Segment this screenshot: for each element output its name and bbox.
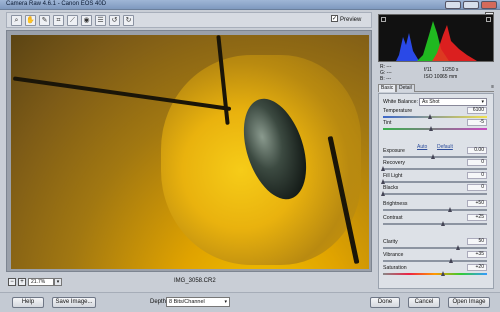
slider-blacks: Blacks 0 xyxy=(381,184,489,197)
fill-light-label: Fill Light xyxy=(383,173,403,179)
exposure-value[interactable]: 0.00 xyxy=(467,147,487,154)
file-name: IMG_3058.CR2 xyxy=(174,278,216,284)
redeye-icon[interactable]: ◉ xyxy=(81,15,92,26)
slider-tint: Tint -5 xyxy=(383,119,489,132)
clarity-label: Clarity xyxy=(383,239,398,245)
brightness-label: Brightness xyxy=(383,201,408,207)
chevron-down-icon: ▾ xyxy=(224,299,227,305)
preferences-icon[interactable]: ☰ xyxy=(95,15,106,26)
brightness-value[interactable]: +50 xyxy=(467,200,487,207)
preview-checkbox[interactable]: ✓ xyxy=(331,14,338,22)
hand-icon[interactable]: ✋ xyxy=(25,15,36,26)
histogram-red xyxy=(432,25,477,61)
brightness-track[interactable] xyxy=(383,209,487,211)
fill-light-value[interactable]: 0 xyxy=(467,172,487,179)
preview-label: Preview xyxy=(340,17,362,23)
blacks-label: Blacks xyxy=(383,185,399,191)
slider-vibrance: Vibrance +35 xyxy=(383,251,489,264)
highlight-clipping-icon[interactable] xyxy=(486,17,491,22)
clarity-track[interactable] xyxy=(383,247,487,249)
slider-saturation: Saturation +20 xyxy=(383,264,489,277)
zoom-level[interactable]: 21.7% xyxy=(28,278,54,286)
saturation-value[interactable]: +20 xyxy=(467,264,487,271)
saturation-track[interactable] xyxy=(383,273,487,275)
close-button[interactable] xyxy=(481,1,497,9)
temperature-value[interactable]: 6100 xyxy=(467,107,487,114)
tab-detail[interactable]: Detail xyxy=(396,84,415,92)
save-image-button[interactable]: Save Image... xyxy=(52,297,96,308)
zoom-icon[interactable]: ⌕ xyxy=(11,15,22,26)
default-link[interactable]: Default xyxy=(437,144,453,150)
info-readout: R: --- G: --- B: --- f/11 1/250 s ISO 10… xyxy=(378,64,494,82)
slider-contrast: Contrast +25 xyxy=(383,214,489,227)
vibrance-value[interactable]: +35 xyxy=(467,251,487,258)
help-button[interactable]: Help xyxy=(12,297,44,308)
contrast-label: Contrast xyxy=(383,215,403,221)
saturation-label: Saturation xyxy=(383,265,407,271)
temperature-track[interactable] xyxy=(383,116,487,118)
histogram xyxy=(378,14,494,62)
image-canvas[interactable] xyxy=(6,30,372,272)
temperature-label: Temperature xyxy=(383,108,413,114)
zoom-out-button[interactable]: − xyxy=(8,278,16,286)
tint-track[interactable] xyxy=(383,128,487,130)
open-image-button[interactable]: Open Image xyxy=(448,297,490,308)
contrast-value[interactable]: +25 xyxy=(467,214,487,221)
crop-icon[interactable]: ⌗ xyxy=(53,15,64,26)
tint-label: Tint xyxy=(383,120,392,126)
maximize-button[interactable] xyxy=(463,1,479,9)
tool-bar: ⌕ ✋ ✎ ⌗ ⟋ ◉ ☰ ↺ ↻ ✓ Preview xyxy=(6,12,372,28)
preview-toggle[interactable]: ✓ Preview xyxy=(331,14,362,26)
shadow-clipping-icon[interactable] xyxy=(381,17,386,22)
basic-panel: White Balance: As Shot ▾ Temperature 6100 T… xyxy=(378,93,494,289)
exposure-track[interactable] xyxy=(383,156,487,158)
slider-brightness: Brightness +50 xyxy=(383,200,489,213)
slider-clarity: Clarity 50 xyxy=(383,238,489,251)
done-button[interactable]: Done xyxy=(370,297,400,308)
title-bar: Camera Raw 4.6.1 - Canon EOS 40D xyxy=(0,0,500,10)
clarity-value[interactable]: 50 xyxy=(467,238,487,245)
preview-image xyxy=(11,35,369,269)
vibrance-label: Vibrance xyxy=(383,252,404,258)
recovery-label: Recovery xyxy=(383,160,405,166)
white-balance-select[interactable]: As Shot ▾ xyxy=(419,98,487,106)
shutter-speed: 1/250 s xyxy=(442,67,459,73)
aperture: f/11 xyxy=(424,67,432,73)
window-title: Camera Raw 4.6.1 - Canon EOS 40D xyxy=(6,1,107,7)
tint-value[interactable]: -5 xyxy=(467,119,487,126)
blacks-track[interactable] xyxy=(383,193,487,195)
footer-bar: Help Save Image... Depth: 8 Bits/Channel… xyxy=(0,292,500,312)
panel-tabs: Basic Detail ≡ xyxy=(378,84,494,92)
cancel-button[interactable]: Cancel xyxy=(408,297,440,308)
straighten-icon[interactable]: ⟋ xyxy=(67,15,78,26)
recovery-value[interactable]: 0 xyxy=(467,159,487,166)
recovery-track[interactable] xyxy=(383,168,487,170)
tab-basic[interactable]: Basic xyxy=(378,84,397,92)
readout-b: B: --- xyxy=(380,76,392,82)
rotate-left-icon[interactable]: ↺ xyxy=(109,15,120,26)
exposure-label: Exposure xyxy=(383,148,405,154)
depth-select[interactable]: 8 Bits/Channel ▾ xyxy=(166,297,230,307)
white-balance-label: White Balance: xyxy=(383,99,418,105)
focal-length: 65 mm xyxy=(442,74,458,80)
zoom-bar: − + 21.7% ▾ IMG_3058.CR2 xyxy=(6,276,372,288)
iso: ISO 100 xyxy=(424,74,443,80)
auto-link[interactable]: Auto xyxy=(417,144,427,150)
panel-menu-icon[interactable]: ≡ xyxy=(491,84,494,90)
zoom-in-button[interactable]: + xyxy=(18,278,26,286)
white-balance-icon[interactable]: ✎ xyxy=(39,15,50,26)
vibrance-track[interactable] xyxy=(383,260,487,262)
minimize-button[interactable] xyxy=(445,1,461,9)
white-balance-row: White Balance: As Shot ▾ xyxy=(383,98,489,106)
zoom-dropdown-icon[interactable]: ▾ xyxy=(54,278,62,286)
histogram-graph xyxy=(396,21,477,61)
contrast-track[interactable] xyxy=(383,223,487,225)
rotate-right-icon[interactable]: ↻ xyxy=(123,15,134,26)
chevron-down-icon: ▾ xyxy=(481,99,484,105)
fill-light-track[interactable] xyxy=(383,181,487,183)
slider-recovery: Recovery 0 xyxy=(381,159,489,172)
blacks-value[interactable]: 0 xyxy=(467,184,487,191)
